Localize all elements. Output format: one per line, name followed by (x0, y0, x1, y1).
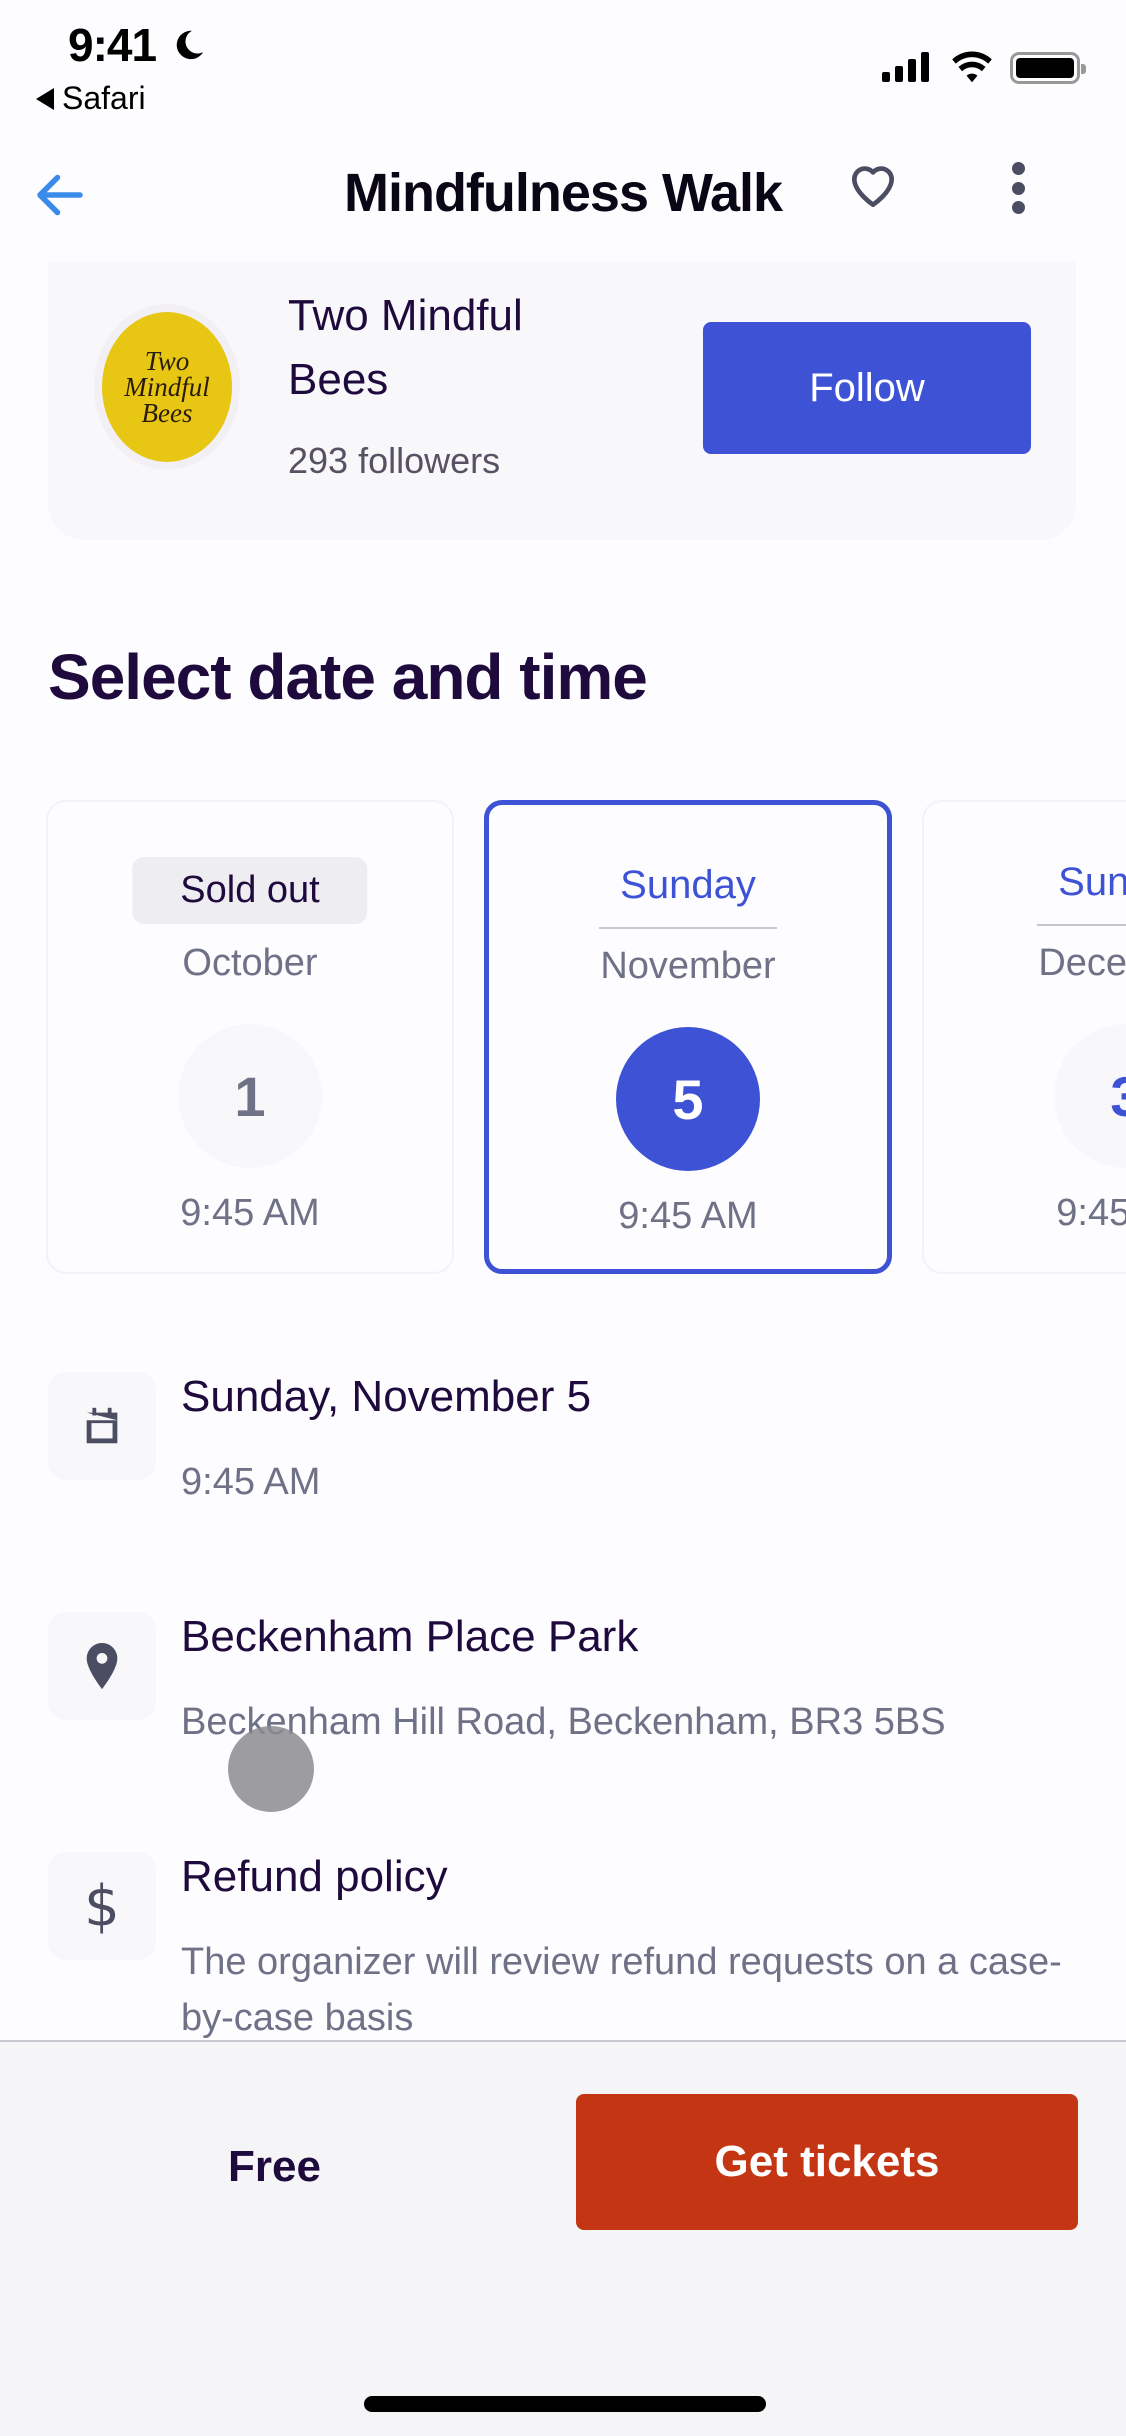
date-picker-carousel[interactable]: Sold out October 1 9:45 AM Sunday Novemb… (0, 800, 1126, 1275)
checkout-bar: Free Get tickets (0, 2040, 1126, 2436)
organizer-card: Two Mindful Bees Two Mindful Bees 293 fo… (48, 262, 1076, 540)
follower-count: 293 followers (288, 440, 501, 481)
page-title: Mindfulness Walk (343, 163, 783, 223)
divider (599, 927, 777, 929)
event-time: 9:45 AM (181, 1461, 321, 1503)
touch-indicator (228, 1726, 314, 1812)
nav-bar: Mindfulness Walk (0, 150, 1126, 240)
date-time: 9:45 AM (618, 1195, 758, 1237)
logo-text: Mindful (124, 372, 210, 402)
home-indicator[interactable] (364, 2396, 766, 2412)
refund-policy-text: The organizer will review refund request… (181, 1941, 1062, 2039)
divider (1037, 924, 1126, 926)
event-location-row[interactable]: Beckenham Place Park Beckenham Hill Road… (48, 1612, 1108, 1782)
logo-text: Two (144, 346, 190, 376)
cellular-signal-icon (882, 52, 929, 82)
section-title: Select date and time (48, 641, 648, 713)
status-time: 9:41 (68, 19, 157, 71)
heart-icon[interactable] (845, 158, 901, 214)
venue-name: Beckenham Place Park (181, 1612, 639, 1661)
moon-icon (176, 30, 204, 60)
refund-policy-row: $ Refund policy The organizer will revie… (48, 1852, 1108, 2039)
event-date-row: Sunday, November 5 9:45 AM (48, 1372, 1108, 1542)
logo-text: Bees (141, 398, 193, 428)
follow-button[interactable]: Follow (703, 322, 1031, 454)
date-time: 9:45 AM (180, 1192, 320, 1234)
date-weekday: Sunday (1058, 860, 1126, 904)
dollar-icon: $ (48, 1852, 156, 1960)
sold-out-badge: Sold out (132, 857, 368, 924)
organizer-name[interactable]: Two Mindful Bees (288, 284, 588, 412)
organizer-logo[interactable]: Two Mindful Bees (102, 312, 232, 462)
date-day: 3 (1054, 1024, 1126, 1168)
date-time: 9:45 AM (1056, 1192, 1126, 1234)
refund-policy-title: Refund policy (181, 1852, 448, 1901)
location-pin-icon (48, 1612, 156, 1720)
status-bar: 9:41 Safari (0, 0, 1126, 130)
back-app-label: Safari (62, 80, 146, 116)
event-date: Sunday, November 5 (181, 1372, 592, 1421)
more-options-icon[interactable] (1000, 158, 1036, 218)
date-card[interactable]: Sunday December 3 9:45 AM (924, 802, 1126, 1272)
wifi-icon (952, 51, 992, 83)
back-to-safari[interactable]: Safari (36, 80, 146, 117)
date-month: December (1038, 942, 1126, 984)
date-day: 5 (616, 1027, 760, 1171)
venue-address: Beckenham Hill Road, Beckenham, BR3 5BS (181, 1701, 946, 1743)
ticket-price: Free (228, 2142, 321, 2191)
date-card-sold-out[interactable]: Sold out October 1 9:45 AM (48, 802, 452, 1272)
get-tickets-button[interactable]: Get tickets (576, 2094, 1078, 2230)
date-weekday: Sunday (620, 863, 756, 907)
date-month: November (600, 945, 776, 987)
date-month: October (182, 942, 318, 984)
calendar-icon (48, 1372, 156, 1480)
date-card-selected[interactable]: Sunday November 5 9:45 AM (484, 800, 892, 1274)
back-triangle-icon (36, 87, 54, 110)
date-day: 1 (178, 1024, 322, 1168)
battery-icon (1010, 52, 1086, 84)
